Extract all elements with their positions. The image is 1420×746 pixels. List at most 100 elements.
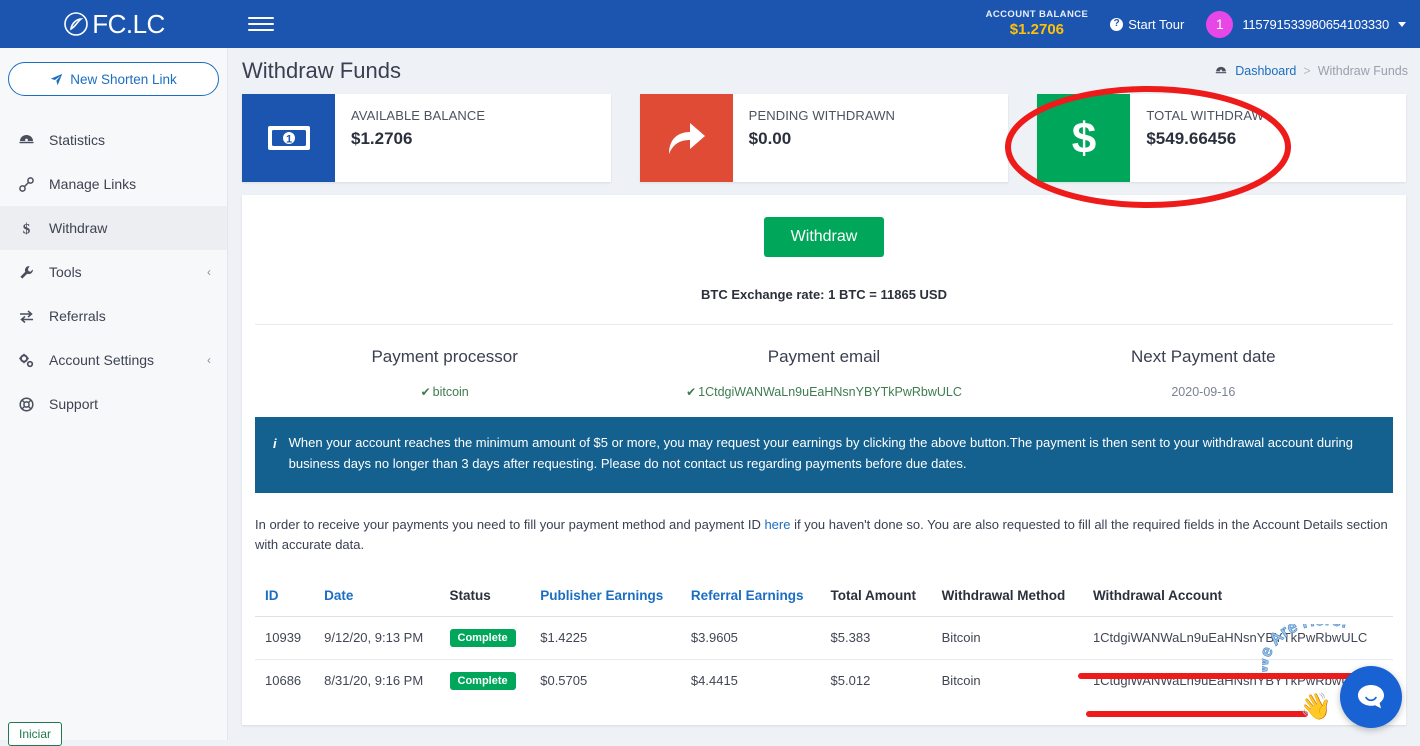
account-balance: ACCOUNT BALANCE $1.2706 [986,9,1089,40]
sidebar-item-withdraw[interactable]: $ Withdraw [0,206,227,250]
cell-date: 9/12/20, 9:13 PM [314,616,439,659]
sidebar: New Shorten Link Statistics Manage Links… [0,48,228,740]
account-balance-value: $1.2706 [986,21,1089,40]
start-tour-label: Start Tour [1128,17,1184,32]
card-label: AVAILABLE BALANCE [351,108,485,123]
stat-cards: 1 AVAILABLE BALANCE $1.2706 PENDING WITH… [228,94,1420,182]
payment-email-value-wrap: ✔ 1CtdgiWANWaLn9uEaHNsnYBYTkPwRbwULC [634,385,1013,399]
payment-email-col: Payment email ✔ 1CtdgiWANWaLn9uEaHNsnYBY… [634,347,1013,399]
col-header-total-amount: Total Amount [821,588,932,617]
withdraw-panel: Withdraw BTC Exchange rate: 1 BTC = 1186… [242,195,1406,725]
info-alert-text: When your account reaches the minimum am… [289,433,1373,475]
sidebar-item-manage-links[interactable]: Manage Links [0,162,227,206]
breadcrumb-dashboard-link[interactable]: Dashboard [1235,64,1296,78]
col-header-referral-earnings[interactable]: Referral Earnings [681,588,821,617]
paper-plane-icon [50,73,63,86]
top-navbar: FC.LC ACCOUNT BALANCE $1.2706 ? Start To… [0,0,1420,48]
sidebar-nav: Statistics Manage Links $ Withdraw Tools… [0,118,227,426]
hamburger-bar [248,29,274,31]
breadcrumb: Dashboard > Withdraw Funds [1214,64,1408,78]
payment-processor-value-wrap: ✔ bitcoin [255,385,634,399]
page-title: Withdraw Funds [242,58,401,84]
status-badge: Complete [450,672,516,690]
card-value: $0.00 [749,129,895,149]
card-value: $549.66456 [1146,129,1264,149]
sidebar-item-label: Referrals [49,308,211,324]
sidebar-item-tools[interactable]: Tools ‹ [0,250,227,294]
sidebar-item-label: Account Settings [49,352,193,368]
iniciar-button[interactable]: Iniciar [8,722,62,746]
withdraw-button[interactable]: Withdraw [764,217,885,257]
sidebar-item-statistics[interactable]: Statistics [0,118,227,162]
sidebar-item-label: Manage Links [49,176,211,192]
sidebar-item-label: Support [49,396,211,412]
payment-note: In order to receive your payments you ne… [255,515,1393,556]
sidebar-item-account-settings[interactable]: Account Settings ‹ [0,338,227,382]
chevron-left-icon: ‹ [207,353,211,367]
status-badge: Complete [450,629,516,647]
lifering-icon [18,396,35,413]
table-header-row: ID Date Status Publisher Earnings Referr… [255,588,1393,617]
info-icon: i [273,433,277,475]
table-head: ID Date Status Publisher Earnings Referr… [255,588,1393,617]
link-icon [18,176,35,193]
card-body: PENDING WITHDRAWN $0.00 [733,94,895,182]
info-alert: i When your account reaches the minimum … [255,417,1393,493]
money-bill-icon: 1 [242,94,335,182]
chart-icon [18,132,35,149]
col-header-withdrawal-method: Withdrawal Method [932,588,1083,617]
chat-bubble-icon [1354,680,1388,714]
brand-logo[interactable]: FC.LC [0,0,228,48]
btc-exchange-rate: BTC Exchange rate: 1 BTC = 11865 USD [255,287,1393,302]
col-header-date[interactable]: Date [314,588,439,617]
svg-text:$: $ [1072,115,1096,161]
chat-widget-button[interactable] [1340,666,1402,728]
hamburger-icon[interactable] [248,11,274,37]
table-row: 10939 9/12/20, 9:13 PM Complete $1.4225 … [255,616,1393,659]
sidebar-item-support[interactable]: Support [0,382,227,426]
card-label: PENDING WITHDRAWN [749,108,895,123]
cell-status: Complete [440,616,531,659]
withdrawals-table: ID Date Status Publisher Earnings Referr… [255,588,1393,702]
main-content: Withdraw Funds Dashboard > Withdraw Fund… [228,48,1420,740]
question-circle-icon: ? [1110,18,1123,31]
breadcrumb-separator: > [1303,64,1310,78]
card-body: TOTAL WITHDRAW $549.66456 [1130,94,1264,182]
cell-withdrawal-account: 1CtdgiWANWaLn9uEaHNsnYBYTkPwRbwULC [1083,616,1393,659]
hamburger-bar [248,17,274,19]
payment-processor-label: Payment processor [255,347,634,367]
sidebar-item-referrals[interactable]: Referrals [0,294,227,338]
cell-withdrawal-method: Bitcoin [932,659,1083,702]
cell-total-amount: $5.012 [821,659,932,702]
wrench-icon [18,264,35,281]
chevron-down-icon [1398,22,1406,27]
col-header-withdrawal-account: Withdrawal Account [1083,588,1393,617]
cell-withdrawal-method: Bitcoin [932,616,1083,659]
user-menu[interactable]: 1 115791533980654103330 [1206,11,1406,38]
card-available-balance: 1 AVAILABLE BALANCE $1.2706 [242,94,611,182]
svg-text:1: 1 [285,134,291,146]
user-id-label: 115791533980654103330 [1242,17,1389,32]
payment-note-here-link[interactable]: here [764,517,790,532]
payment-processor-value: bitcoin [433,385,469,399]
table-row: 10686 8/31/20, 9:16 PM Complete $0.5705 … [255,659,1393,702]
new-shorten-link-button[interactable]: New Shorten Link [8,62,219,96]
card-value: $1.2706 [351,129,485,149]
table-body: 10939 9/12/20, 9:13 PM Complete $1.4225 … [255,616,1393,702]
sidebar-item-label: Withdraw [49,220,211,236]
start-tour-button[interactable]: ? Start Tour [1110,17,1184,32]
chevron-left-icon: ‹ [207,265,211,279]
cell-id: 10939 [255,616,314,659]
cell-publisher-earnings: $1.4225 [530,616,681,659]
payment-info-row: Payment processor ✔ bitcoin Payment emai… [255,325,1393,417]
col-header-publisher-earnings[interactable]: Publisher Earnings [530,588,681,617]
next-payment-date-label: Next Payment date [1014,347,1393,367]
new-shorten-link-label: New Shorten Link [70,72,177,87]
exchange-icon [18,308,35,325]
next-payment-date-col: Next Payment date 2020-09-16 [1014,347,1393,399]
breadcrumb-current: Withdraw Funds [1318,64,1408,78]
cell-referral-earnings: $3.9605 [681,616,821,659]
col-header-id[interactable]: ID [255,588,314,617]
payment-email-label: Payment email [634,347,1013,367]
sidebar-item-label: Statistics [49,132,211,148]
